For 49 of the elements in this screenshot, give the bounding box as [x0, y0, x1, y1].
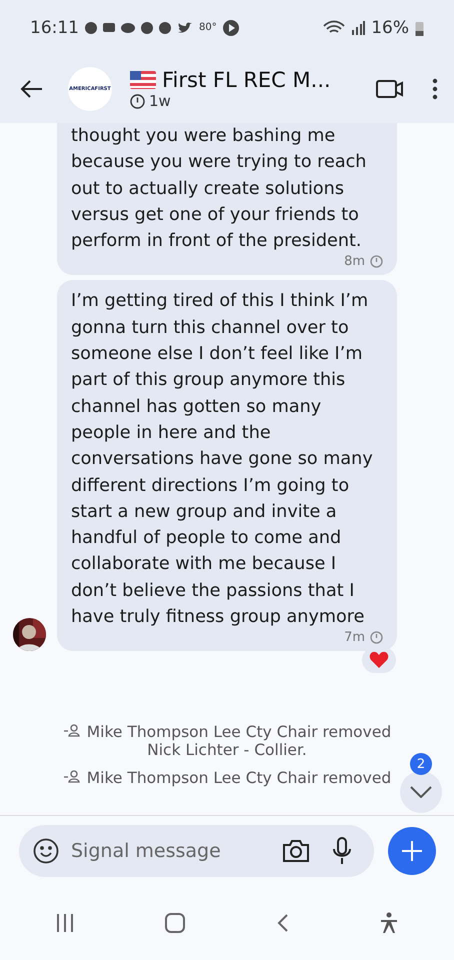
plus-icon	[401, 840, 423, 862]
signal-icon	[351, 20, 366, 34]
temperature-text: 80°	[199, 22, 217, 33]
home-button[interactable]	[165, 912, 186, 932]
message-text: I’m getting tired of this I think I’m gonna turn this channel over to someone else I don’t feel like I’m part of this group anymore this channel has gotten so many people in here and the conversations have gone so many different directions I’m going to start a new group and invite a handful of people to come and collaborate with me because I don’t believe the passions that I have truly fitness group anymore	[71, 290, 374, 630]
circle-notification-icon	[85, 20, 97, 34]
more-icon	[432, 78, 438, 100]
attach-button[interactable]	[388, 826, 436, 874]
chevron-left-icon	[276, 912, 289, 932]
bird-icon	[177, 20, 193, 34]
scroll-down-button[interactable]	[400, 771, 442, 813]
camera-icon	[282, 838, 310, 862]
message-input[interactable]: Signal message	[69, 838, 272, 862]
disappearing-timer: 1w	[149, 92, 171, 110]
clock-time: 16:11	[30, 18, 79, 38]
heart-icon	[369, 651, 389, 670]
accessibility-button[interactable]	[380, 912, 398, 934]
person-remove-icon	[62, 769, 81, 784]
oval-notification-icon	[121, 20, 135, 34]
recent-apps-button[interactable]	[56, 914, 74, 932]
home-icon	[165, 912, 186, 932]
microphone-icon	[332, 836, 352, 864]
emoji-icon	[33, 838, 59, 864]
message-field[interactable]: Signal message	[19, 824, 374, 876]
back-button[interactable]	[20, 79, 44, 99]
accessibility-icon	[380, 912, 398, 934]
sender-avatar[interactable]	[13, 618, 46, 652]
timer-icon	[370, 255, 383, 268]
person-remove-icon	[62, 723, 81, 738]
timer-icon	[130, 94, 145, 108]
battery-percent: 16%	[371, 18, 409, 38]
message-time: 7m	[344, 630, 365, 646]
back-arrow-icon	[20, 79, 44, 99]
wifi-icon	[323, 20, 346, 36]
recent-apps-icon	[56, 914, 74, 932]
reaction-pill[interactable]	[362, 647, 396, 674]
back-nav-button[interactable]	[276, 912, 289, 932]
unread-badge: 2	[410, 753, 432, 775]
video-camera-icon	[376, 79, 404, 99]
more-options-button[interactable]	[432, 78, 438, 100]
play-icon	[222, 20, 239, 36]
message-text: thought you were bashing me because you were trying to reach out to actually create solutions versus get one of your friends to perform in front of the president.	[71, 125, 368, 254]
battery-icon	[415, 20, 424, 36]
timer-icon	[370, 631, 383, 644]
flag-icon	[130, 71, 156, 89]
chevron-down-icon	[410, 786, 432, 798]
message-time: 8m	[344, 254, 365, 270]
group-title: First FL REC M...	[162, 68, 331, 92]
video-call-button[interactable]	[376, 79, 404, 99]
